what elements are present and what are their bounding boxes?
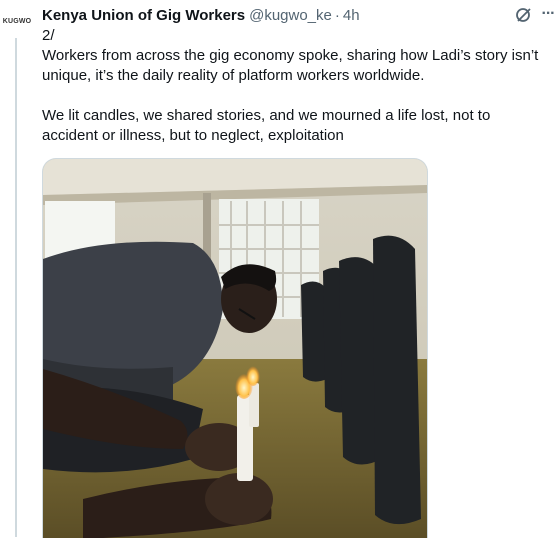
header-separator: · [334,6,340,24]
author-name[interactable]: Kenya Union of Gig Workers [42,7,245,24]
tweet-text-line: Workers from across the gig economy spok… [42,47,539,64]
thread-line [15,38,17,537]
grok-icon[interactable] [514,5,534,25]
avatar-logo-text: KUGWO [2,17,32,25]
avatar[interactable]: KUGWO [2,10,32,32]
tweet-text-line: We lit candles, we shared stories, and w… [42,107,491,124]
tweet-text-line: unique, it’s the daily reality of platfo… [42,67,425,84]
tweet-photo[interactable] [42,158,428,538]
more-icon[interactable]: ··· [538,4,558,24]
photo-illustration [43,159,427,538]
tweet-text-line: accident or illness, but to neglect, exp… [42,127,344,144]
author-handle[interactable]: @kugwo_ke [249,7,332,24]
tweet-text: 2/ Workers from across the gig economy s… [42,26,554,146]
tweet-text-line: 2/ [42,27,55,44]
tweet-header: Kenya Union of Gig Workers @kugwo_ke · 4… [42,5,549,25]
tweet-timestamp[interactable]: 4h [343,7,360,24]
avatar-column: KUGWO [0,0,40,537]
